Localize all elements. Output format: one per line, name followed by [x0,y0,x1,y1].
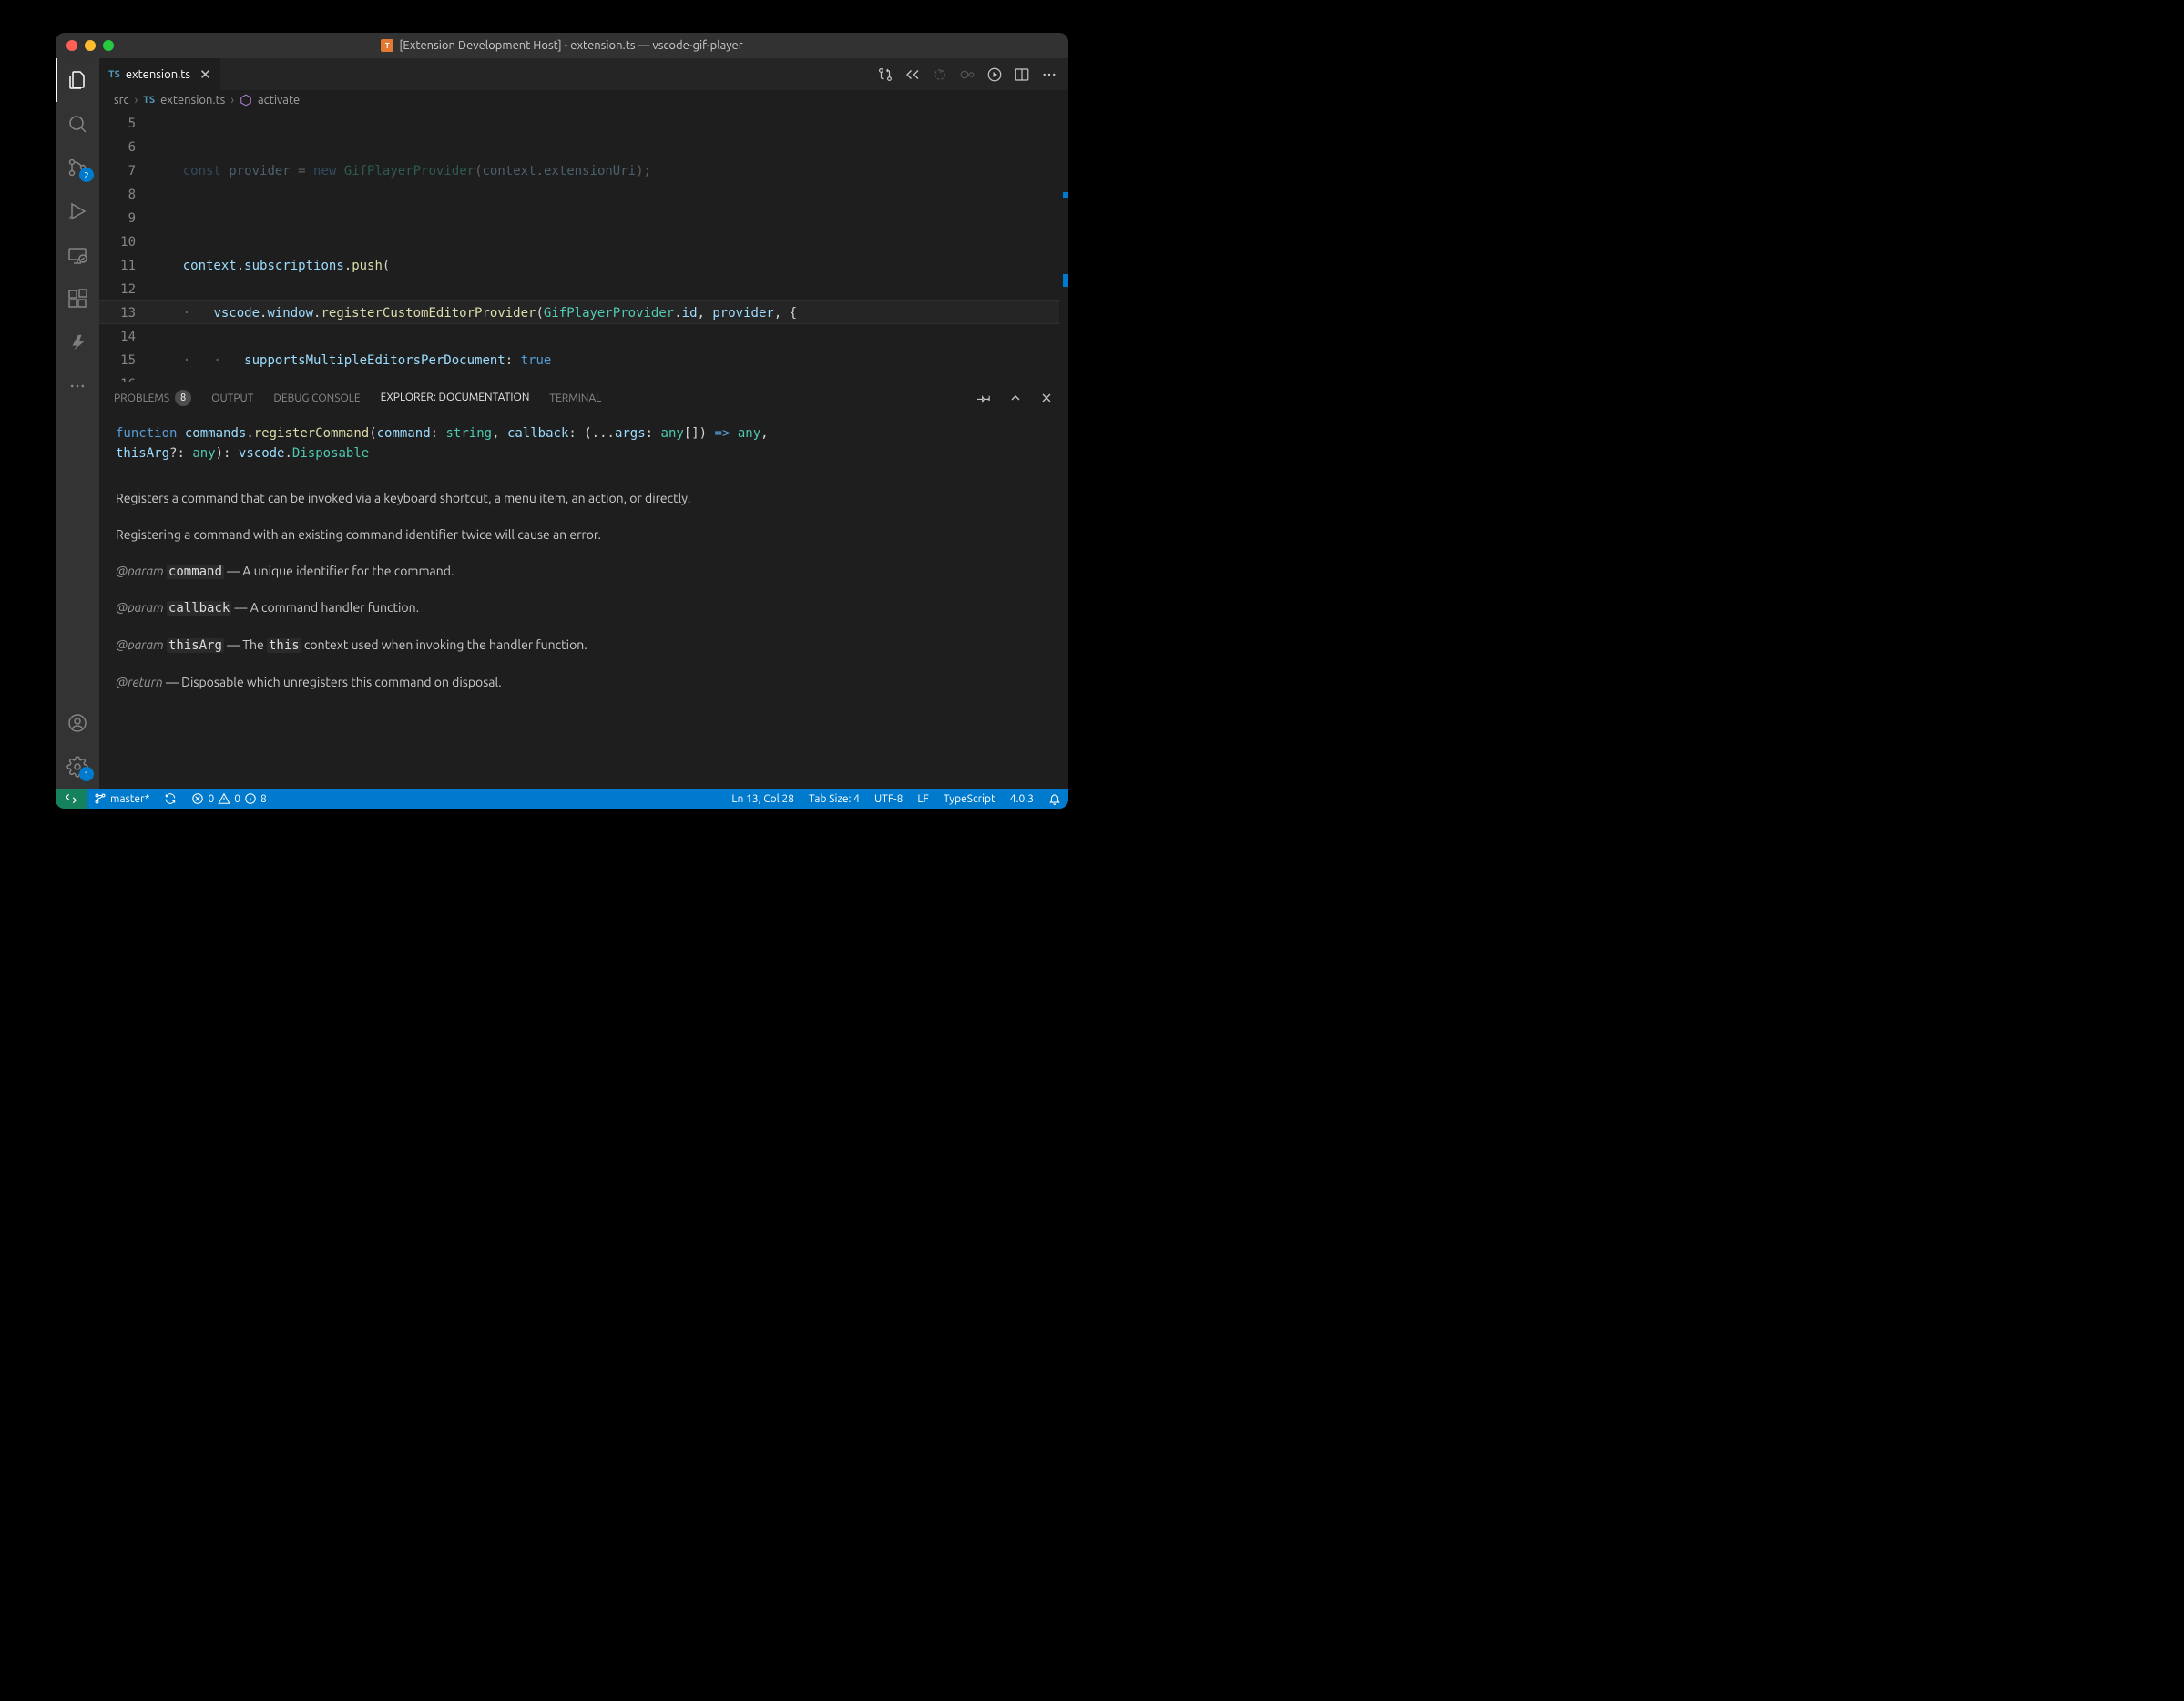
go-back-icon[interactable] [904,66,921,83]
scm-badge: 2 [79,168,94,182]
extensions-activity[interactable] [56,277,99,321]
breadcrumb-file[interactable]: extension.ts [160,94,225,107]
minimap-marker [1063,274,1068,287]
panel-tabs: PROBLEMS 8 OUTPUT DEBUG CONSOLE EXPLORER… [99,382,1068,413]
info-icon [244,792,257,805]
window-title-text: [Extension Development Host] - extension… [399,39,742,52]
azure-activity[interactable] [56,321,99,364]
file-icon: T [381,39,393,52]
symbol-method-icon [240,94,252,107]
chevron-right-icon: › [230,94,234,107]
remote-explorer-icon [66,244,88,266]
status-ts-version[interactable]: 4.0.3 [1003,789,1041,809]
breadcrumb-symbol[interactable]: activate [258,94,300,107]
remote-icon [65,792,77,805]
settings-activity[interactable]: 1 [56,745,99,789]
code-content[interactable]: const provider = new GifPlayerProvider(c… [152,110,1059,382]
go-forward-icon[interactable] [932,66,948,83]
remote-indicator[interactable] [56,789,87,809]
extensions-icon [66,288,88,310]
azure-icon [67,332,87,352]
remote-explorer-activity[interactable] [56,233,99,277]
accounts-activity[interactable] [56,701,99,745]
more-activity[interactable] [56,364,99,408]
status-sync[interactable] [157,789,184,809]
code-editor[interactable]: 5678910111213141516 const provider = new… [99,110,1068,382]
window-title: T [Extension Development Host] - extensi… [56,39,1068,52]
vscode-window: T [Extension Development Host] - extensi… [56,33,1068,809]
panel-tab-output[interactable]: OUTPUT [211,382,253,413]
zoom-window[interactable] [103,40,114,51]
run-file-icon[interactable] [986,66,1003,83]
chevron-right-icon: › [135,94,138,107]
minimize-window[interactable] [85,40,96,51]
explorer-activity[interactable] [56,58,99,102]
tab-close-icon[interactable]: ✕ [199,66,211,83]
breadcrumb[interactable]: src › TS extension.ts › activate [99,90,1068,110]
current-line-highlight [99,300,1059,324]
sync-icon [164,792,177,805]
status-bar: master* 0 0 8 Ln 13, Col 28 Tab Size: 4 … [56,789,1068,809]
status-eol[interactable]: LF [910,789,935,809]
panel-tab-terminal[interactable]: TERMINAL [549,382,601,413]
status-language[interactable]: TypeScript [936,789,1003,809]
doc-description: Registers a command that can be invoked … [116,489,1052,509]
status-branch[interactable]: master* [87,789,157,809]
panel-tab-debug-console[interactable]: DEBUG CONSOLE [273,382,360,413]
window-controls [66,40,114,51]
activity-bar: 2 [56,58,99,789]
pin-icon[interactable] [977,391,992,405]
doc-return: @return — Disposable which unregisters t… [116,673,1052,693]
warning-icon [218,792,230,805]
files-icon [66,69,88,91]
error-icon [191,792,204,805]
status-encoding[interactable]: UTF-8 [867,789,910,809]
editor-tabs: TS extension.ts ✕ [99,58,1068,90]
scm-activity[interactable]: 2 [56,146,99,189]
panel-tab-problems[interactable]: PROBLEMS 8 [114,382,191,413]
split-editor-icon[interactable] [1014,66,1030,83]
account-icon [66,712,88,734]
status-indentation[interactable]: Tab Size: 4 [801,789,867,809]
problems-count-badge: 8 [175,390,191,406]
compare-changes-icon[interactable] [877,66,893,83]
tab-label: extension.ts [126,68,190,81]
title-bar[interactable]: T [Extension Development Host] - extensi… [56,33,1068,58]
typescript-icon: TS [108,69,120,80]
minimap-marker [1063,192,1068,198]
minimap[interactable] [1059,110,1068,382]
tab-extension-ts[interactable]: TS extension.ts ✕ [99,58,221,90]
signature: function commands.registerCommand(comman… [116,424,1052,463]
debug-icon [66,200,88,222]
status-problems[interactable]: 0 0 8 [184,789,273,809]
chevron-up-icon[interactable] [1008,391,1023,405]
breadcrumb-src[interactable]: src [114,94,129,107]
search-icon [66,113,88,135]
status-cursor-position[interactable]: Ln 13, Col 28 [724,789,801,809]
doc-param: @param callback — A command handler func… [116,598,1052,619]
doc-param: @param command — A unique identifier for… [116,562,1052,583]
status-notifications[interactable] [1041,789,1068,809]
editor-actions [866,58,1068,90]
more-actions-icon[interactable] [1041,66,1057,83]
git-branch-icon [94,792,107,805]
bottom-panel: PROBLEMS 8 OUTPUT DEBUG CONSOLE EXPLORER… [99,382,1068,789]
bell-icon [1048,792,1061,805]
typescript-icon: TS [143,95,155,106]
line-gutter: 5678910111213141516 [99,110,152,382]
close-panel-icon[interactable] [1039,391,1054,405]
close-window[interactable] [66,40,77,51]
documentation-panel: function commands.registerCommand(comman… [99,413,1068,789]
go-last-edit-icon[interactable] [959,66,975,83]
panel-tab-explorer-documentation[interactable]: EXPLORER: DOCUMENTATION [381,382,530,413]
search-activity[interactable] [56,102,99,146]
ellipsis-icon [68,377,87,395]
settings-badge: 1 [79,767,94,781]
doc-param: @param thisArg — The this context used w… [116,636,1052,657]
doc-description: Registering a command with an existing c… [116,525,1052,545]
run-debug-activity[interactable] [56,189,99,233]
